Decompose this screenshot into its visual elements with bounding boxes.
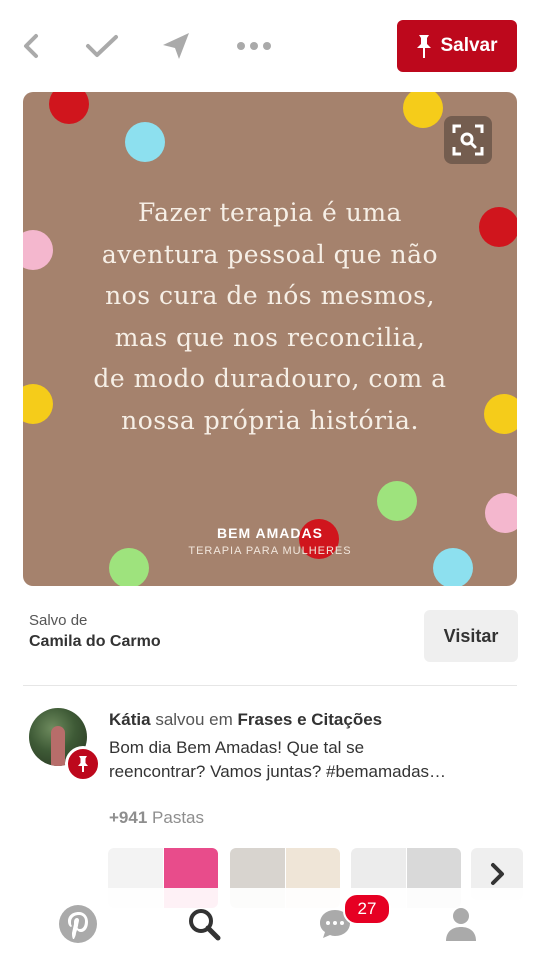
save-button[interactable]: Salvar xyxy=(397,20,517,72)
quote-line: nos cura de nós mesmos, xyxy=(105,281,435,310)
boards-count-label: Pastas xyxy=(152,808,205,827)
saved-from: Salvo de Camila do Carmo xyxy=(29,612,161,651)
activity-board[interactable]: Frases e Citações xyxy=(238,710,383,729)
decor-dot xyxy=(403,92,443,128)
visual-search-icon xyxy=(452,124,484,156)
send-icon[interactable] xyxy=(158,28,194,64)
boards-count[interactable]: +941 Pastas xyxy=(109,808,519,828)
visual-search-button[interactable] xyxy=(444,116,492,164)
quote-line: mas que nos reconcilia, xyxy=(114,322,426,352)
quote-line: de modo duradouro, com a xyxy=(93,364,447,393)
pin-quote: Fazer terapia é uma aventura pessoal que… xyxy=(23,192,517,441)
activity-action: salvou em xyxy=(155,710,233,729)
activity-user[interactable]: Kátia xyxy=(109,710,151,729)
activity-headline: Kátia salvou em Frases e Citações xyxy=(109,710,519,730)
pin-image[interactable]: Fazer terapia é uma aventura pessoal que… xyxy=(23,92,517,586)
brand-name: BEM AMADAS xyxy=(217,525,323,541)
quote-line: Fazer terapia é uma xyxy=(138,198,402,227)
visit-button-label: Visitar xyxy=(443,625,499,646)
avatar-figure xyxy=(51,726,65,766)
more-icon[interactable] xyxy=(236,28,272,64)
decor-dot xyxy=(377,481,417,521)
brand-logo: BEM AMADAS TERAPIA PARA MULHERES xyxy=(23,525,517,557)
pin-badge-icon xyxy=(65,746,101,782)
boards-count-number: +941 xyxy=(109,808,148,827)
back-arrow-icon[interactable] xyxy=(14,28,50,64)
pinterest-logo-icon[interactable] xyxy=(56,902,100,946)
top-toolbar: Salvar xyxy=(0,0,539,92)
decor-dot xyxy=(49,92,89,124)
check-icon[interactable] xyxy=(84,28,120,64)
visit-button[interactable]: Visitar xyxy=(424,610,518,662)
profile-icon[interactable] xyxy=(439,902,483,946)
save-button-label: Salvar xyxy=(440,35,498,56)
pushpin-icon xyxy=(417,35,432,58)
quote-line: nossa própria história. xyxy=(121,405,419,435)
search-icon[interactable] xyxy=(182,902,226,946)
divider xyxy=(23,685,517,686)
activity-description: Bom dia Bem Amadas! Que tal se reencontr… xyxy=(109,736,519,784)
saved-from-label: Salvo de xyxy=(29,612,88,629)
bottom-tab-bar xyxy=(0,888,539,960)
activity-description-line: Bom dia Bem Amadas! Que tal se xyxy=(109,738,365,757)
brand-tagline: TERAPIA PARA MULHERES xyxy=(188,545,352,557)
messages-badge: 27 xyxy=(343,893,391,925)
decor-dot xyxy=(125,122,165,162)
quote-line: aventura pessoal que não xyxy=(101,239,439,269)
activity-description-line: reencontrar? Vamos juntas? #bemamadas… xyxy=(109,762,447,781)
chevron-right-icon xyxy=(491,863,504,885)
saved-from-name[interactable]: Camila do Carmo xyxy=(29,633,161,651)
